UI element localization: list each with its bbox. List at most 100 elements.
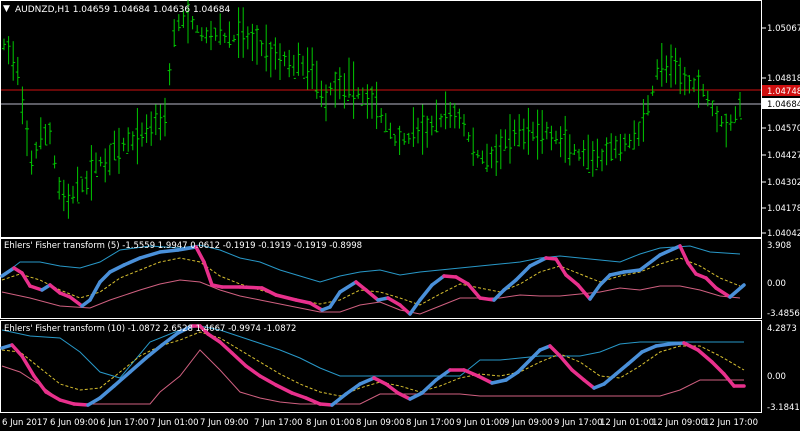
ohlc-bar bbox=[627, 133, 632, 149]
ohlc-bar bbox=[342, 73, 347, 109]
ohlc-bar bbox=[259, 40, 264, 57]
ohlc-bar bbox=[475, 149, 480, 159]
ohlc-bar bbox=[296, 42, 301, 76]
time-axis-label: 12 Jun 17:00 bbox=[704, 418, 758, 428]
fisher-segment bbox=[602, 372, 618, 386]
ohlc-bar bbox=[347, 57, 351, 101]
ohlc-bar bbox=[696, 69, 701, 108]
fisher-segment bbox=[576, 283, 592, 301]
ohlc-bar bbox=[613, 135, 618, 159]
fisher-segment bbox=[710, 360, 726, 376]
ohlc-bar bbox=[71, 185, 75, 204]
time-axis-label: 7 Jun 01:00 bbox=[150, 418, 199, 428]
ohlc-bar bbox=[264, 24, 269, 72]
time-axis-label: 12 Jun 09:00 bbox=[652, 418, 706, 428]
ohlc-bar bbox=[498, 129, 503, 170]
ohlc-bar bbox=[733, 106, 738, 124]
time-axis-label: 12 Jun 01:00 bbox=[600, 418, 654, 428]
ohlc-bar bbox=[521, 118, 526, 150]
fisher-segment bbox=[476, 374, 494, 385]
fisher-segment bbox=[704, 276, 718, 290]
ohlc-bar bbox=[167, 63, 172, 86]
fisher-segment bbox=[44, 390, 62, 402]
ohlc-bar bbox=[531, 121, 535, 141]
fisher-segment bbox=[122, 256, 142, 267]
fisher-segment bbox=[430, 274, 446, 287]
indicator2-axis-label: -3.1841 bbox=[767, 403, 800, 413]
ohlc-bar bbox=[420, 104, 425, 155]
indicator1-axis-label: 0.00 bbox=[767, 279, 786, 289]
fisher-segment bbox=[20, 271, 32, 288]
ohlc-bar bbox=[80, 176, 85, 193]
ohlc-bar bbox=[664, 55, 669, 83]
ohlc-bar bbox=[517, 114, 522, 147]
ohlc-bar bbox=[29, 150, 34, 175]
ohlc-bar bbox=[480, 150, 485, 165]
ohlc-bar bbox=[236, 7, 241, 58]
main-chart-title: AUDNZD,H1 1.04659 1.04684 1.04636 1.0468… bbox=[15, 5, 230, 15]
fisher-segment bbox=[398, 303, 412, 316]
ohlc-bar bbox=[57, 177, 62, 200]
fisher-segment bbox=[20, 354, 36, 378]
fisher-segment bbox=[466, 282, 482, 300]
fisher-segment bbox=[608, 270, 626, 277]
fisher-segment bbox=[558, 354, 574, 372]
time-axis-label: 7 Jun 17:00 bbox=[254, 418, 303, 428]
ohlc-bar bbox=[153, 104, 158, 136]
ohlc-bar bbox=[126, 127, 131, 154]
ohlc-bar bbox=[549, 125, 554, 151]
ohlc-bar bbox=[632, 120, 637, 150]
ohlc-bar bbox=[535, 109, 540, 160]
ohlc-bar bbox=[66, 183, 71, 219]
ohlc-bar bbox=[75, 166, 80, 204]
ohlc-bar bbox=[176, 14, 181, 32]
indicator2-axis-label: 4.2873 bbox=[767, 324, 797, 334]
ohlc-bar bbox=[397, 125, 402, 156]
ohlc-bar bbox=[172, 19, 177, 48]
fisher-segment bbox=[418, 283, 434, 302]
ohlc-bar bbox=[623, 133, 627, 152]
fisher-segment bbox=[678, 244, 690, 265]
fisher-segment bbox=[626, 350, 644, 366]
fisher-segment bbox=[274, 293, 298, 302]
fisher-segment bbox=[244, 364, 262, 378]
ohlc-bar bbox=[388, 122, 393, 139]
ohlc-bars bbox=[2, 0, 742, 219]
ohlc-bar bbox=[204, 27, 209, 44]
ohlc-bar bbox=[641, 99, 646, 142]
ohlc-bar bbox=[567, 134, 572, 166]
ohlc-bar bbox=[425, 115, 430, 148]
ohlc-bar bbox=[199, 27, 204, 42]
ohlc-bar bbox=[489, 146, 494, 169]
fisher-segment bbox=[490, 378, 508, 385]
ohlc-bar bbox=[494, 134, 499, 176]
chart-window: ▼ AUDNZD,H1 1.04659 1.04684 1.04636 1.04… bbox=[0, 0, 800, 428]
ohlc-bar bbox=[255, 25, 259, 65]
price-axis-label: 1.05067 bbox=[767, 24, 800, 34]
fisher-segment bbox=[372, 376, 388, 386]
ohlc-bar bbox=[209, 20, 213, 51]
ohlc-bar bbox=[659, 43, 664, 87]
fisher-segment bbox=[202, 260, 214, 287]
time-axis-label: 6 Jun 17:00 bbox=[100, 418, 149, 428]
ohlc-bar bbox=[471, 127, 476, 166]
ohlc-bar bbox=[485, 143, 489, 173]
ohlc-bar bbox=[604, 137, 609, 166]
symbol-dropdown-arrow[interactable]: ▼ bbox=[3, 4, 10, 14]
ohlc-bar bbox=[452, 103, 457, 129]
ohlc-bar bbox=[328, 82, 333, 96]
fisher-segment bbox=[206, 332, 222, 344]
ohlc-bar bbox=[393, 133, 397, 146]
price-tag-white-label: 1.04684 bbox=[767, 100, 800, 110]
ohlc-bar bbox=[439, 113, 443, 128]
ohlc-bar bbox=[577, 148, 581, 161]
time-axis-label: 6 Jun 09:00 bbox=[50, 418, 99, 428]
ohlc-bar bbox=[149, 111, 154, 146]
ohlc-bar bbox=[319, 80, 324, 108]
ohlc-bar bbox=[291, 54, 296, 79]
ohlc-bar bbox=[595, 138, 600, 171]
ohlc-bar bbox=[107, 143, 112, 176]
ohlc-bar bbox=[646, 95, 650, 116]
ohlc-bar bbox=[411, 107, 416, 147]
fisher-segment bbox=[218, 340, 234, 355]
